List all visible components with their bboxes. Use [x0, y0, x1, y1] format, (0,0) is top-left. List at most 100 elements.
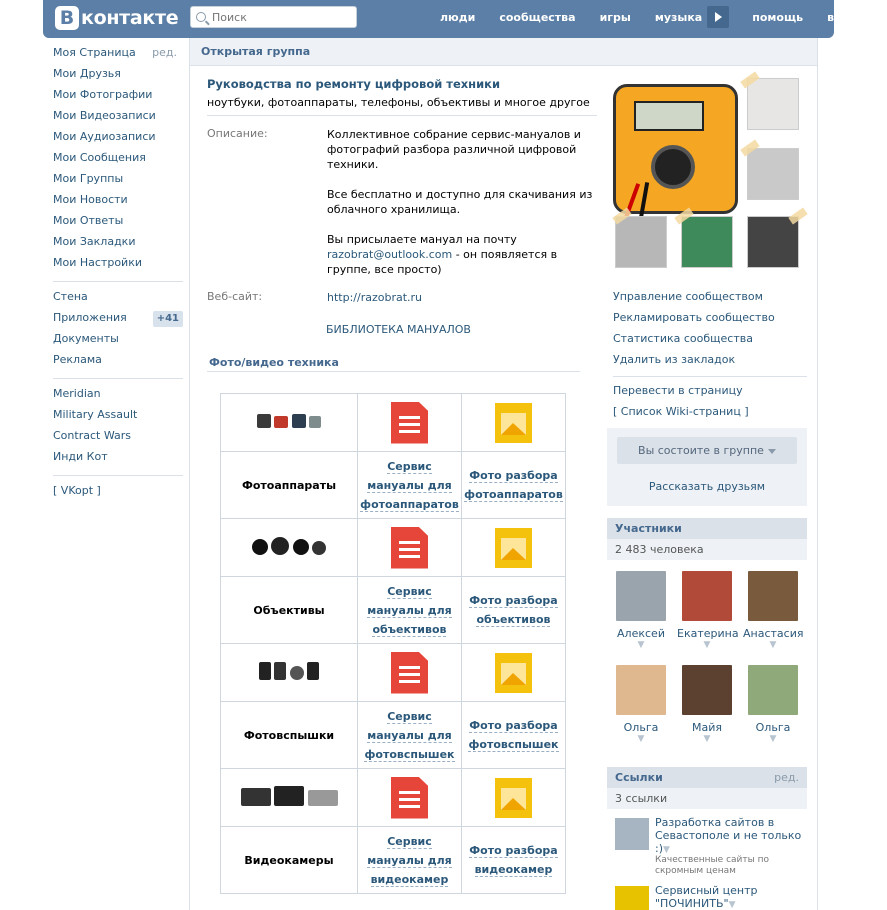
links-edit[interactable]: ред. — [774, 767, 799, 788]
camcorders-image[interactable] — [220, 768, 358, 827]
member-card[interactable]: Майя ▼ — [677, 665, 737, 744]
links-header[interactable]: Ссылки ред. — [607, 767, 807, 788]
chevron-down-icon[interactable]: ▼ — [611, 640, 671, 650]
search-input[interactable] — [212, 10, 342, 24]
chevron-down-icon[interactable]: ▼ — [729, 900, 736, 910]
category-label: Фотоаппараты — [241, 478, 337, 492]
vk-logo[interactable]: В контакте — [55, 5, 179, 31]
photo-link-cell: Фото разбора фотоаппаратов — [461, 451, 566, 519]
link-thumbnail — [615, 886, 649, 910]
photo-icon-cell[interactable] — [461, 518, 566, 577]
photo-link[interactable]: Фото разбора видеокамер — [469, 841, 558, 879]
nav-help[interactable]: помощь — [752, 11, 803, 24]
chevron-down-icon[interactable]: ▼ — [743, 734, 803, 744]
manual-link[interactable]: Сервис мануалы для объективов — [367, 582, 452, 639]
caret-down-icon — [767, 448, 776, 454]
manual-icon-cell[interactable] — [357, 518, 462, 577]
link-line: Фото разбора — [469, 844, 558, 858]
manual-icon-cell[interactable] — [357, 768, 462, 827]
manual-icon-cell[interactable] — [357, 643, 462, 702]
link-thumbnail — [615, 818, 649, 850]
chevron-down-icon[interactable]: ▼ — [611, 734, 671, 744]
sidebar-item-bookmarks[interactable]: Мои Закладки — [53, 233, 183, 254]
sidebar-item-military-assault[interactable]: Military Assault — [53, 406, 183, 427]
external-link-title[interactable]: Сервисный центр "ПОЧИНИТЬ"▼ — [655, 884, 805, 910]
member-card[interactable]: Алексей ▼ — [611, 571, 671, 650]
cameras-image[interactable] — [220, 393, 358, 452]
sidebar-item-apps[interactable]: Приложения +41 — [53, 309, 183, 330]
flashes-image[interactable] — [220, 643, 358, 702]
nav-communities[interactable]: сообщества — [499, 11, 575, 24]
sidebar-item-settings[interactable]: Мои Настройки — [53, 254, 183, 275]
members-header[interactable]: Участники — [607, 518, 807, 539]
sidebar-item-news[interactable]: Мои Новости — [53, 191, 183, 212]
chevron-down-icon[interactable]: ▼ — [677, 640, 737, 650]
nav-music[interactable]: музыка — [655, 11, 702, 24]
member-card[interactable]: Анастасия ▼ — [743, 571, 803, 650]
search-box[interactable] — [190, 6, 357, 28]
manual-link[interactable]: Сервис мануалы для фотоаппаратов — [360, 457, 459, 514]
sidebar-item-friends[interactable]: Мои Друзья — [53, 65, 183, 86]
sidebar-item-indie-cat[interactable]: Инди Кот — [53, 448, 183, 469]
community-stats-link[interactable]: Статистика сообщества — [613, 330, 807, 351]
manage-community-link[interactable]: Управление сообществом — [613, 288, 807, 309]
play-icon[interactable] — [707, 6, 730, 28]
library-link[interactable]: БИБЛИОТЕКА МАНУАЛОВ — [326, 323, 471, 336]
manual-link[interactable]: Сервис мануалы для видеокамер — [367, 832, 452, 889]
sidebar-item-wall[interactable]: Стена — [53, 288, 183, 309]
photo-link[interactable]: Фото разбора фотоаппаратов — [464, 466, 563, 504]
wiki-pages-link[interactable]: [ Список Wiki-страниц ] — [613, 403, 807, 424]
sidebar-item-contract-wars[interactable]: Contract Wars — [53, 427, 183, 448]
photo-link[interactable]: Фото разбора объективов — [469, 591, 558, 629]
membership-button[interactable]: Вы состоите в группе — [617, 437, 797, 464]
photo-icon-cell[interactable] — [461, 768, 566, 827]
tell-friends-link[interactable]: Рассказать друзьям — [607, 480, 807, 493]
manual-icon-cell[interactable] — [357, 393, 462, 452]
link-line: фотоаппаратов — [360, 497, 459, 512]
website-link[interactable]: http://razobrat.ru — [327, 291, 422, 304]
membership-box: Вы состоите в группе Рассказать друзьям — [607, 428, 807, 506]
chevron-down-icon[interactable]: ▼ — [743, 640, 803, 650]
remove-bookmark-link[interactable]: Удалить из закладок — [613, 351, 807, 372]
nav-logout[interactable]: выйти — [827, 11, 866, 24]
link-line: мануалы для — [367, 853, 452, 868]
sidebar-item-photos[interactable]: Мои Фотографии — [53, 86, 183, 107]
edit-link[interactable]: ред. — [152, 44, 177, 62]
sidebar-item-videos[interactable]: Мои Видеозаписи — [53, 107, 183, 128]
photo-icon-cell[interactable] — [461, 393, 566, 452]
sidebar-item-meridian[interactable]: Meridian — [53, 385, 183, 406]
link-line: Фото разбора — [469, 719, 558, 733]
repair-photo — [747, 148, 799, 200]
member-card[interactable]: Екатерина ▼ — [677, 571, 739, 650]
camcorder-photo — [274, 786, 304, 806]
chevron-down-icon[interactable]: ▼ — [677, 734, 737, 744]
sidebar-item-answers[interactable]: Мои Ответы — [53, 212, 183, 233]
lenses-image[interactable] — [220, 518, 358, 577]
sidebar-item-groups[interactable]: Мои Группы — [53, 170, 183, 191]
email-link[interactable]: razobrat@outlook.com — [327, 248, 452, 261]
photo-link[interactable]: Фото разбора фотовспышек — [468, 716, 559, 754]
sidebar-item-vkopt[interactable]: [ VKopt ] — [53, 482, 183, 503]
chevron-down-icon[interactable]: ▼ — [663, 845, 670, 855]
member-card[interactable]: Ольга ▼ — [611, 665, 671, 744]
advertise-community-link[interactable]: Рекламировать сообщество — [613, 309, 807, 330]
convert-to-page-link[interactable]: Перевести в страницу — [613, 382, 807, 403]
sidebar-item-messages[interactable]: Мои Сообщения — [53, 149, 183, 170]
nav-games[interactable]: игры — [600, 11, 631, 24]
manual-link[interactable]: Сервис мануалы для фотовспышек — [364, 707, 455, 764]
sidebar-item-ads[interactable]: Реклама — [53, 351, 183, 372]
sidebar-item-documents[interactable]: Документы — [53, 330, 183, 351]
external-link-title[interactable]: Разработка сайтов в Севастополе и не тол… — [655, 816, 805, 857]
sidebar-item-my-page[interactable]: Моя Страница ред. — [53, 44, 183, 65]
sidebar-item-audio[interactable]: Мои Аудиозаписи — [53, 128, 183, 149]
camcorder-photo — [307, 790, 338, 806]
photo-link-cell: Фото разбора видеокамер — [461, 826, 566, 894]
member-name: Ольга — [755, 721, 791, 734]
categories-table: Фотоаппараты Сервис мануалы для фотоаппара… — [220, 393, 566, 894]
photo-icon-cell[interactable] — [461, 643, 566, 702]
member-card[interactable]: Ольга ▼ — [743, 665, 803, 744]
flash-photo — [274, 662, 287, 680]
nav-people[interactable]: люди — [440, 11, 475, 24]
link-line: мануалы для — [367, 478, 452, 493]
group-cover[interactable] — [612, 71, 808, 274]
